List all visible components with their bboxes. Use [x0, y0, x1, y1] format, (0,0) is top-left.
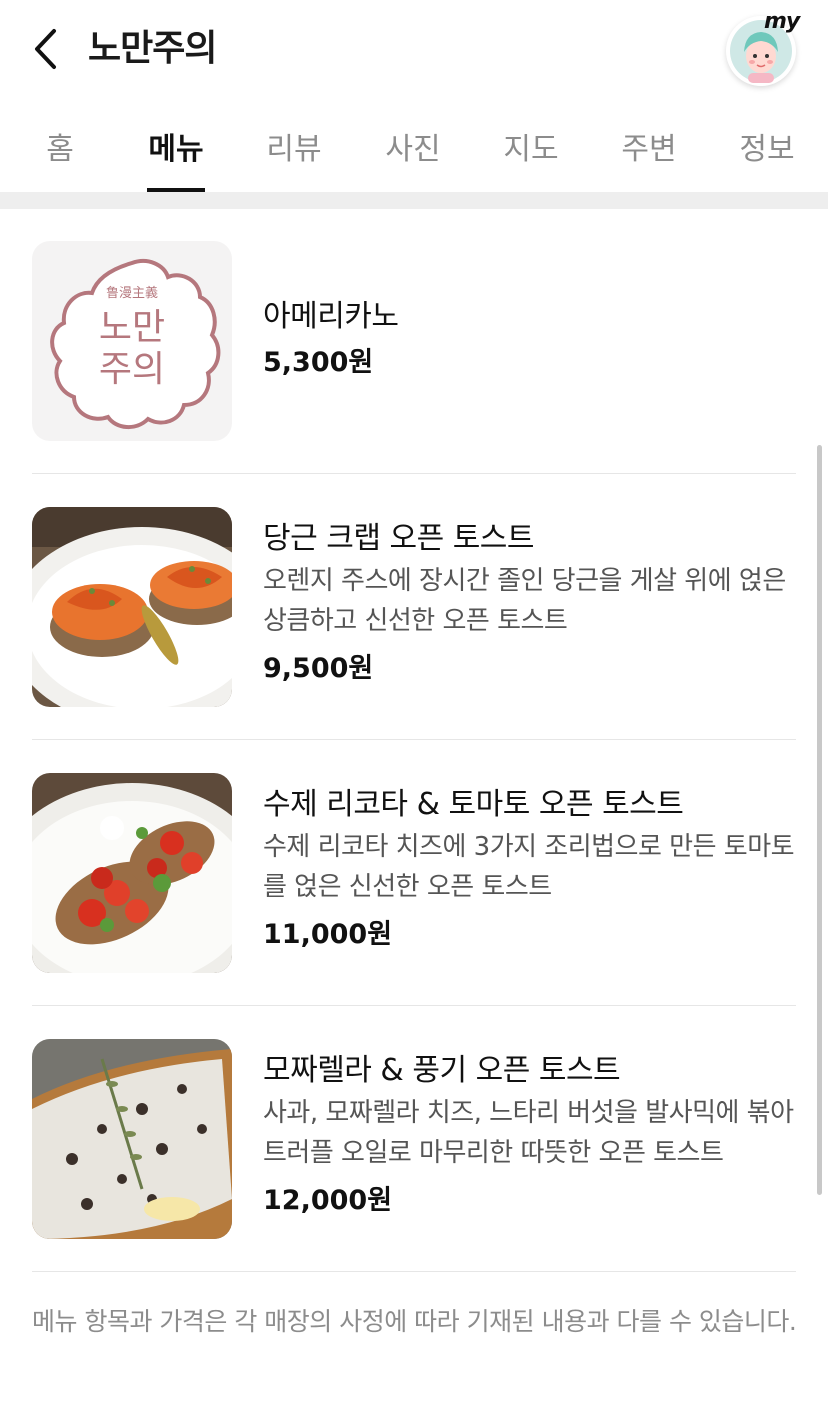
menu-item-text: 수제 리코타 & 토마토 오픈 토스트 수제 리코타 치즈에 3가지 조리법으로…	[263, 783, 803, 957]
logo-text-top: 노만	[99, 307, 165, 348]
top-app-bar: 노만주의 my	[0, 0, 828, 100]
list-divider	[32, 1271, 796, 1272]
menu-item-description: 오렌지 주스에 장시간 졸인 당근을 게살 위에 얹은 상큼하고 신선한 오픈 …	[263, 566, 786, 636]
menu-item-name: 수제 리코타 & 토마토 오픈 토스트	[263, 787, 684, 822]
list-divider	[32, 473, 796, 474]
menu-thumb-logo: 鲁漫主義 노만 주의	[32, 241, 232, 441]
menu-item-description: 사과, 모짜렐라 치즈, 느타리 버섯을 발사믹에 볶아 트러플 오일로 마무리…	[263, 1098, 794, 1168]
tab-bar: 홈 메뉴 리뷰 사진 지도 주변 정보	[0, 100, 828, 192]
menu-item-ricotta-tomato-toast[interactable]: 수제 리코타 & 토마토 오픈 토스트 수제 리코타 치즈에 3가지 조리법으로…	[32, 773, 796, 973]
list-divider	[32, 1005, 796, 1006]
section-divider	[0, 192, 828, 209]
menu-item-name: 모짜렐라 & 풍기 오픈 토스트	[263, 1053, 621, 1088]
menu-item-price: 12,000원	[263, 1185, 393, 1216]
tab-nearby[interactable]: 주변	[619, 100, 679, 192]
menu-thumb-photo	[32, 507, 232, 707]
food-photo	[32, 1039, 232, 1239]
logo-hanja: 鲁漫主義	[106, 285, 158, 301]
chevron-left-icon	[35, 29, 56, 69]
price-notice: 메뉴 항목과 가격은 각 매장의 사정에 따라 기재된 내용과 다를 수 있습니…	[32, 1307, 797, 1336]
page-title: 노만주의	[88, 28, 217, 69]
menu-item-text: 모짜렐라 & 풍기 오픈 토스트 사과, 모짜렐라 치즈, 느타리 버섯을 발사…	[263, 1049, 803, 1223]
back-button[interactable]	[26, 26, 66, 72]
tab-info[interactable]: 정보	[737, 100, 797, 192]
menu-thumb-photo	[32, 773, 232, 973]
menu-item-americano[interactable]: 鲁漫主義 노만 주의 아메리카노 5,300원	[32, 241, 796, 441]
store-logo: 鲁漫主義 노만 주의	[50, 258, 221, 429]
menu-item-name: 당근 크랩 오픈 토스트	[263, 521, 535, 556]
tab-menu[interactable]: 메뉴	[146, 100, 206, 192]
logo-text-bottom: 주의	[99, 349, 165, 390]
tab-photo[interactable]: 사진	[383, 100, 443, 192]
menu-item-text: 당근 크랩 오픈 토스트 오렌지 주스에 장시간 졸인 당근을 게살 위에 얹은…	[263, 517, 803, 691]
tab-map[interactable]: 지도	[501, 100, 561, 192]
menu-item-mozzarella-funghi-toast[interactable]: 모짜렐라 & 풍기 오픈 토스트 사과, 모짜렐라 치즈, 느타리 버섯을 발사…	[32, 1039, 796, 1239]
scrollbar[interactable]	[817, 445, 822, 1195]
menu-item-price: 5,300원	[263, 347, 374, 378]
my-badge: my	[764, 9, 800, 34]
list-divider	[32, 739, 796, 740]
food-photo	[32, 507, 232, 707]
tab-home[interactable]: 홈	[31, 100, 89, 192]
menu-item-name: 아메리카노	[263, 299, 399, 334]
food-photo	[32, 773, 232, 973]
menu-item-carrot-crab-toast[interactable]: 당근 크랩 오픈 토스트 오렌지 주스에 장시간 졸인 당근을 게살 위에 얹은…	[32, 507, 796, 707]
menu-item-price: 11,000원	[263, 919, 393, 950]
menu-thumb-photo	[32, 1039, 232, 1239]
menu-item-price: 9,500원	[263, 653, 374, 684]
menu-item-description: 수제 리코타 치즈에 3가지 조리법으로 만든 토마토를 얹은 신선한 오픈 토…	[263, 832, 795, 902]
tab-review[interactable]: 리뷰	[264, 100, 324, 192]
menu-item-text: 아메리카노 5,300원	[263, 295, 803, 385]
